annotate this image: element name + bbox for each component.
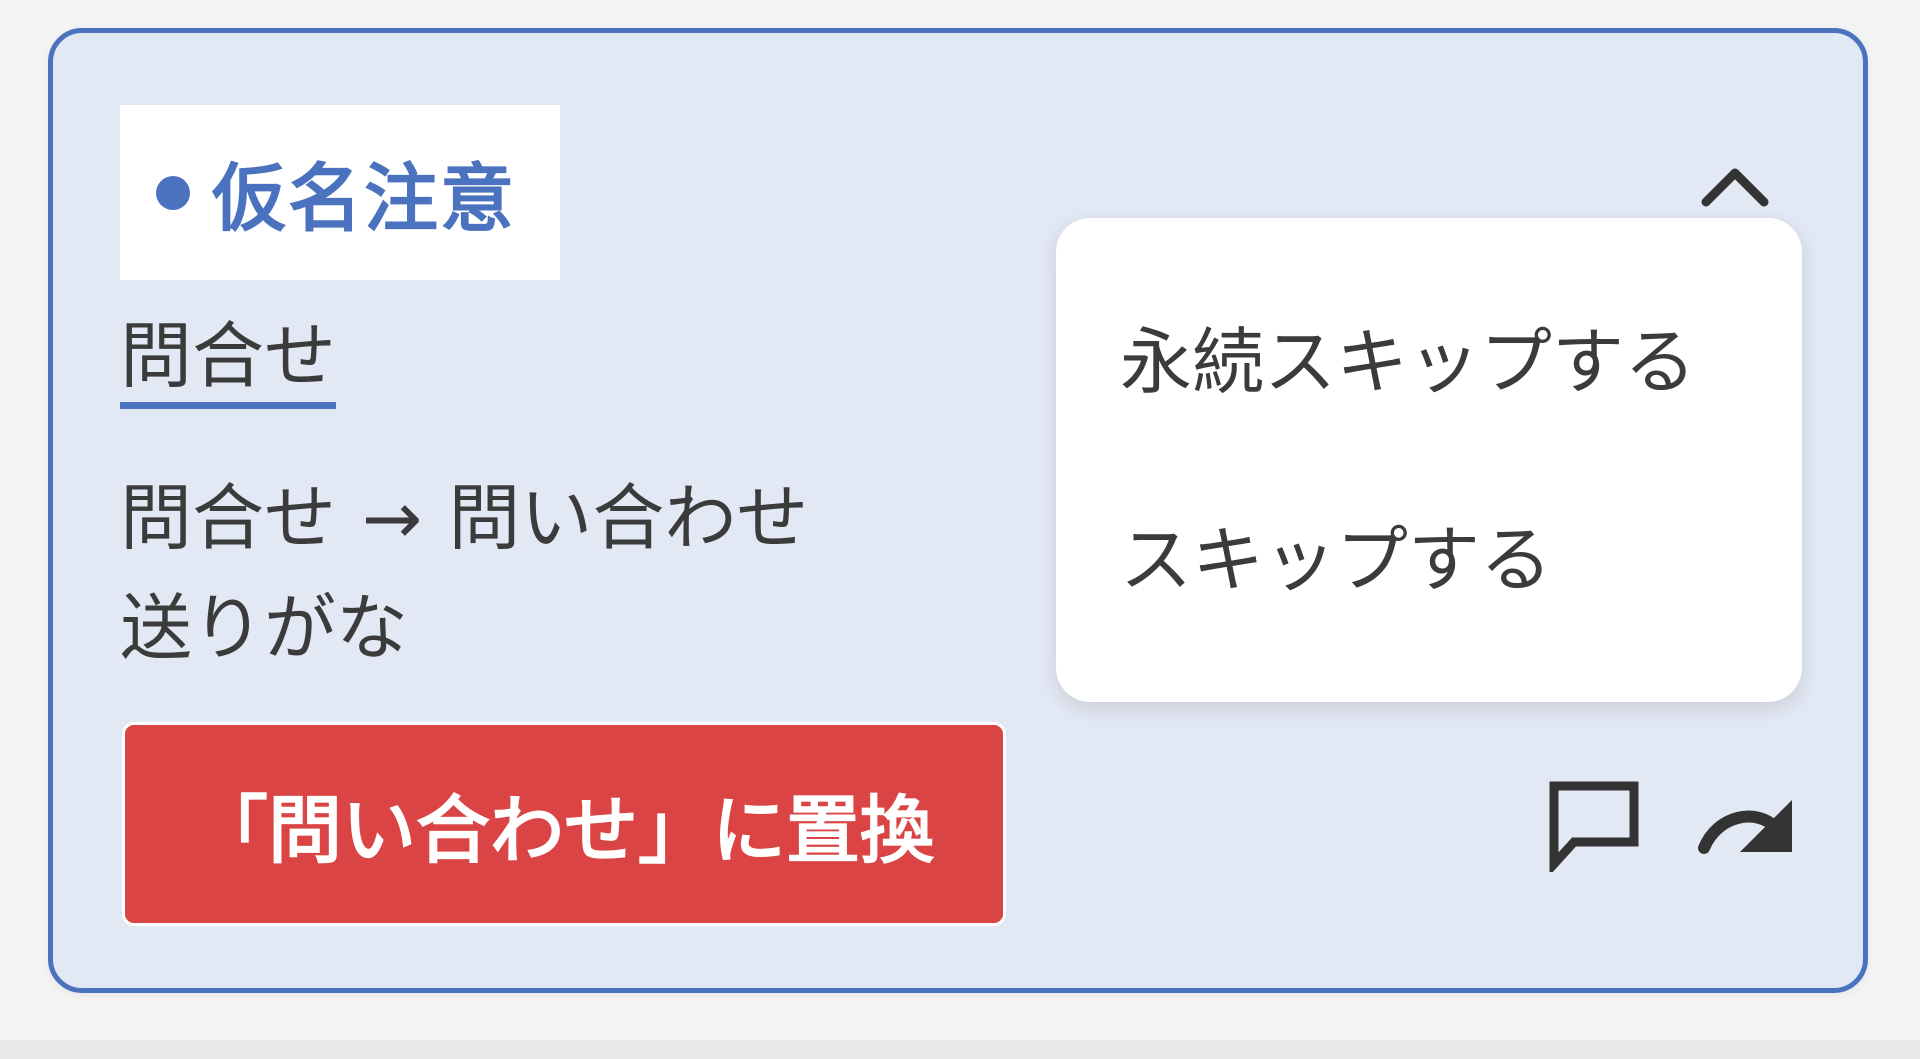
category-tag: 仮名注意: [120, 105, 560, 280]
menu-item-skip-permanently[interactable]: 永続スキップする: [1120, 326, 1696, 398]
menu-item-skip[interactable]: スキップする: [1120, 524, 1552, 596]
rule-type-label: 送りがな: [120, 586, 409, 670]
redo-icon[interactable]: [1696, 792, 1796, 858]
right-arrow-icon: →: [362, 476, 423, 560]
category-dot-icon: [156, 175, 190, 210]
app-canvas: 仮名注意 問合せ 問合せ → 問い合わせ 送りがな 「問い合わせ」に置換 永続スキッ…: [0, 0, 1920, 1059]
replace-button[interactable]: 「問い合わせ」に置換: [122, 722, 1006, 926]
skip-dropdown-menu: 永続スキップする スキップする: [1056, 218, 1802, 702]
chevron-up-icon[interactable]: [1700, 160, 1770, 210]
comment-icon[interactable]: [1544, 776, 1644, 872]
next-card-edge: [0, 1040, 1920, 1059]
suggestion-line: 問合せ → 問い合わせ: [120, 482, 808, 554]
flagged-term[interactable]: 問合せ: [120, 320, 337, 409]
category-tag-label: 仮名注意: [212, 156, 516, 242]
suggestion-original: 問合せ: [120, 476, 337, 560]
suggestion-replacement: 問い合わせ: [448, 476, 809, 560]
